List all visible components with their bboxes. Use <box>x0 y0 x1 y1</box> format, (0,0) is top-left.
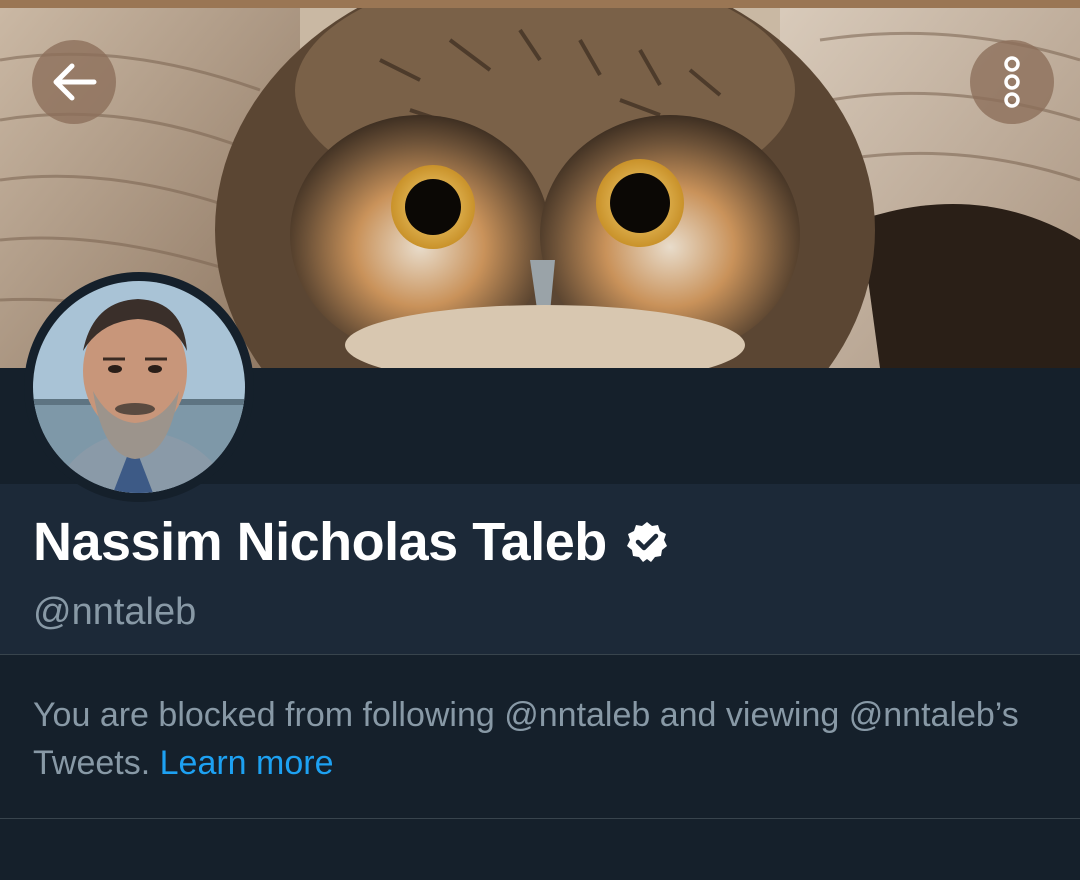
banner-top-edge <box>0 0 1080 8</box>
blocked-notice: You are blocked from following @nntaleb … <box>0 655 1080 818</box>
profile-photo <box>33 281 245 493</box>
bottom-area <box>0 819 1080 880</box>
back-button[interactable] <box>32 40 116 124</box>
blocked-notice-text: You are blocked from following @nntaleb … <box>33 691 1033 787</box>
profile-name-row: Nassim Nicholas Taleb <box>33 510 669 574</box>
more-options-button[interactable] <box>970 40 1054 124</box>
profile-handle: @nntaleb <box>33 591 197 633</box>
avatar-photo <box>33 281 245 493</box>
arrow-left-icon <box>53 63 97 101</box>
verified-badge-icon <box>626 522 667 562</box>
profile-name: Nassim Nicholas Taleb <box>33 512 607 572</box>
avatar[interactable] <box>24 272 254 502</box>
vertical-dots-icon <box>1004 56 1020 108</box>
learn-more-link[interactable]: Learn more <box>160 744 334 782</box>
profile-page: Nassim Nicholas Taleb @nntaleb You are b… <box>0 0 1080 880</box>
